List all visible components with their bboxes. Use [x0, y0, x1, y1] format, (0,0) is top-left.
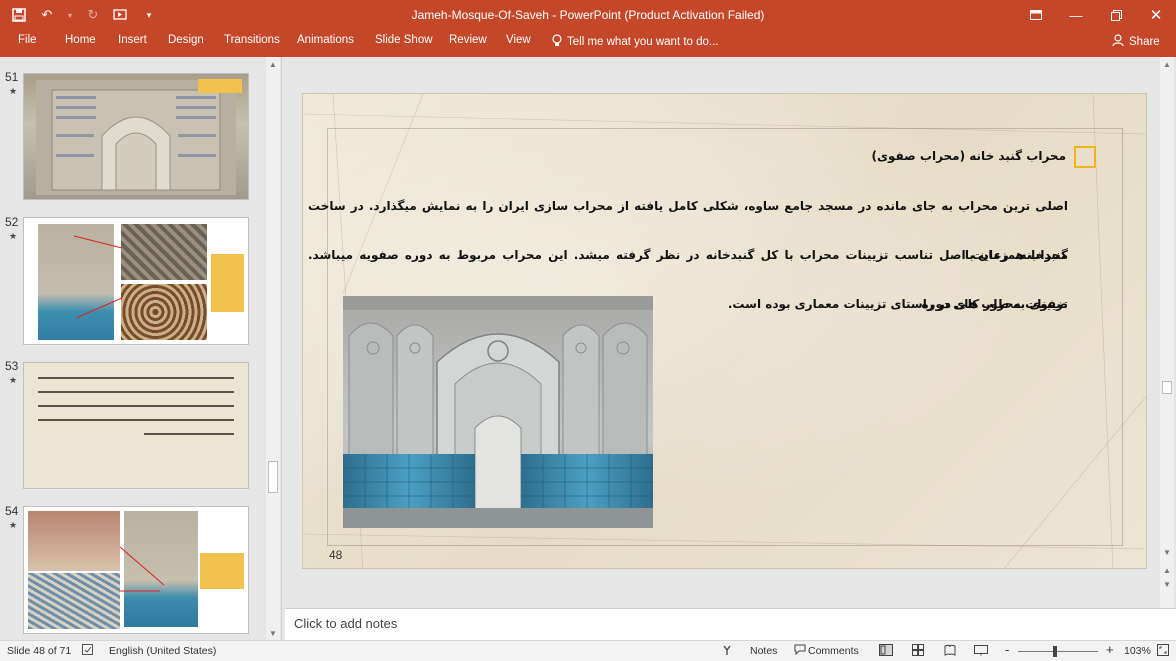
- reading-view-icon[interactable]: [944, 644, 956, 659]
- spell-check-icon[interactable]: [82, 644, 95, 659]
- slide-number: 48: [329, 548, 343, 562]
- slide-sorter-icon[interactable]: [912, 644, 924, 659]
- slide-thumbnail-pane: 51 ★ 52 ★ 53 ★ 54 ★ ▲ ▼: [0, 57, 282, 640]
- scroll-down-icon[interactable]: ▼: [1160, 545, 1174, 559]
- slide-thumbnail-52[interactable]: [23, 217, 249, 345]
- tab-file[interactable]: File: [18, 34, 37, 46]
- scroll-thumb[interactable]: [268, 461, 278, 493]
- restore-icon[interactable]: [1096, 0, 1136, 30]
- caption-box: [198, 79, 242, 93]
- tell-me-text: Tell me what you want to do...: [567, 36, 719, 48]
- slide-thumbnail-51[interactable]: [23, 73, 249, 200]
- slide-thumbnail-54[interactable]: [23, 506, 249, 634]
- zoom-slider-handle[interactable]: [1053, 646, 1057, 657]
- connector-lines: [119, 546, 165, 592]
- heading-bullet-box: [1074, 146, 1096, 168]
- language-indicator[interactable]: English (United States): [109, 645, 216, 657]
- person-icon: [1112, 34, 1124, 49]
- slide-counter: Slide 48 of 71: [7, 645, 72, 657]
- tab-slide-show[interactable]: Slide Show: [375, 34, 433, 46]
- ribbon-tabs: File Home Insert Design Transitions Anim…: [0, 30, 1176, 57]
- tab-review[interactable]: Review: [449, 34, 487, 46]
- zoom-in-button[interactable]: +: [1106, 642, 1114, 657]
- editor-scrollbar[interactable]: ▲ ▼ ▲ ▼: [1160, 57, 1174, 608]
- normal-view-icon[interactable]: [879, 644, 893, 659]
- zoom-level[interactable]: 103%: [1124, 645, 1151, 657]
- connector-lines: [73, 235, 123, 319]
- title-bar: ↶ ▾ ↻ ▾ Jameh-Mosque-Of-Saveh - PowerPoi…: [0, 0, 1176, 30]
- text-slide-preview: [24, 363, 248, 488]
- notes-pane[interactable]: Click to add notes: [285, 608, 1176, 640]
- share-button[interactable]: Share: [1112, 34, 1160, 49]
- thumb-number: 53: [5, 359, 19, 373]
- comments-icon[interactable]: [794, 644, 806, 658]
- scroll-up-icon[interactable]: ▲: [266, 57, 280, 71]
- window-controls: — ✕: [1016, 0, 1176, 30]
- animation-star-icon: ★: [9, 520, 18, 530]
- animation-star-icon: ★: [9, 231, 18, 241]
- slide-heading[interactable]: محراب گنبد خانه (محراب صفوی): [871, 149, 1066, 163]
- minimize-icon[interactable]: —: [1056, 0, 1096, 30]
- thumb-number: 51: [5, 70, 19, 84]
- slide-thumbnail-53[interactable]: [23, 362, 249, 489]
- status-bar: Slide 48 of 71 English (United States) N…: [0, 640, 1176, 661]
- tab-insert[interactable]: Insert: [118, 34, 147, 46]
- tell-me-box[interactable]: Tell me what you want to do...: [552, 34, 719, 50]
- tab-view[interactable]: View: [506, 34, 531, 46]
- comments-toggle[interactable]: Comments: [808, 645, 859, 657]
- tab-transitions[interactable]: Transitions: [224, 34, 280, 46]
- current-slide[interactable]: محراب گنبد خانه (محراب صفوی) اصلی ترین م…: [302, 93, 1147, 569]
- tab-animations[interactable]: Animations: [297, 34, 354, 46]
- notes-icon[interactable]: [722, 644, 732, 659]
- notes-placeholder[interactable]: Click to add notes: [294, 616, 397, 631]
- animation-star-icon: ★: [9, 86, 18, 96]
- mihrab-photo[interactable]: [343, 296, 653, 528]
- thumbnail-scrollbar[interactable]: ▲ ▼: [266, 57, 280, 640]
- thumb-number: 54: [5, 504, 19, 518]
- notes-toggle[interactable]: Notes: [750, 645, 777, 657]
- slide-show-icon[interactable]: [974, 644, 988, 659]
- window-title: Jameh-Mosque-Of-Saveh - PowerPoint (Prod…: [411, 8, 765, 22]
- lightbulb-icon: [552, 34, 562, 50]
- scroll-down-icon[interactable]: ▼: [266, 626, 280, 640]
- share-label: Share: [1129, 35, 1160, 48]
- close-icon[interactable]: ✕: [1136, 0, 1176, 30]
- fit-to-window-icon[interactable]: [1157, 644, 1169, 659]
- thumb-number: 52: [5, 215, 19, 229]
- tab-home[interactable]: Home: [65, 34, 96, 46]
- slide-editor: محراب گنبد خانه (محراب صفوی) اصلی ترین م…: [285, 57, 1176, 608]
- zoom-out-button[interactable]: -: [1005, 642, 1009, 657]
- ribbon-display-options-icon[interactable]: [1016, 0, 1056, 30]
- scroll-thumb[interactable]: [1162, 381, 1172, 394]
- scroll-up-icon[interactable]: ▲: [1160, 57, 1174, 71]
- zoom-slider[interactable]: [1018, 651, 1098, 652]
- next-slide-icon[interactable]: ▼: [1160, 577, 1174, 591]
- tab-design[interactable]: Design: [168, 34, 204, 46]
- animation-star-icon: ★: [9, 375, 18, 385]
- previous-slide-icon[interactable]: ▲: [1160, 563, 1174, 577]
